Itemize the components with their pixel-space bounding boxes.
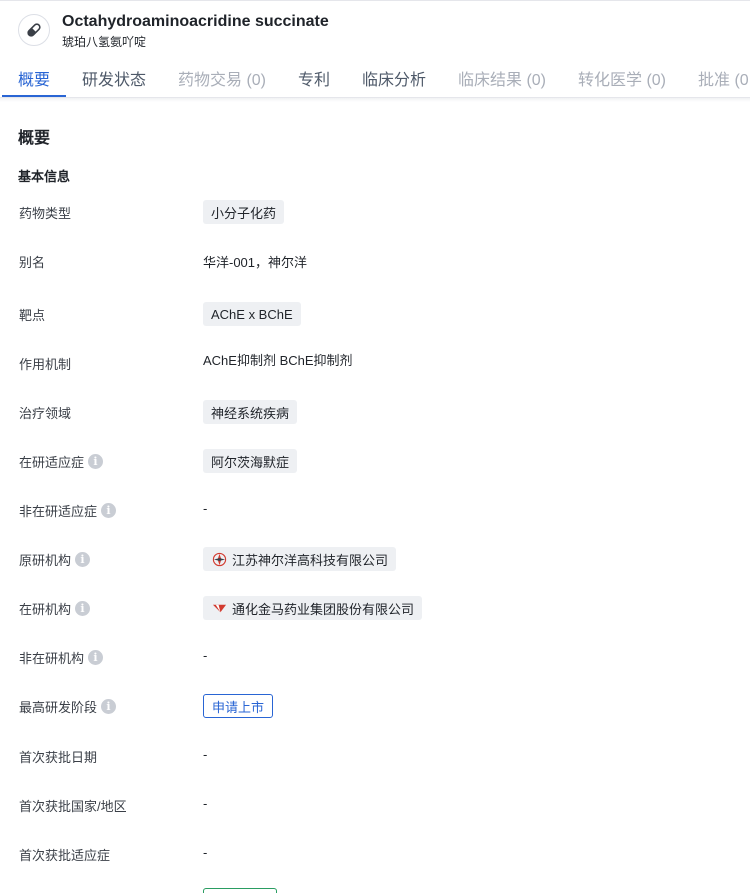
- row-label: 作用机制: [19, 356, 72, 372]
- info-icon[interactable]: i: [75, 551, 91, 567]
- row-label-text: 原研机构: [19, 552, 72, 568]
- info-row-active-orgs: 在研机构 i 通化金马药业集团股份有限公司: [0, 596, 750, 648]
- row-label: 首次获批国家/地区: [19, 798, 127, 814]
- pill-icon: [18, 14, 50, 46]
- indication-tag[interactable]: 阿尔茨海默症: [203, 449, 298, 473]
- section-title: 概要: [18, 130, 51, 147]
- row-label: 别名: [19, 254, 46, 270]
- tab-overview[interactable]: 概要: [18, 66, 50, 90]
- active-org-name: 通化金马药业集团股份有限公司: [232, 601, 415, 617]
- drug-overview-page: Octahydroaminoacridine succinate 琥珀八氢氨吖啶…: [0, 0, 750, 893]
- row-value: -: [203, 501, 208, 516]
- row-label-text: 非在研机构: [19, 650, 85, 666]
- row-value: -: [203, 796, 208, 811]
- therapeutic-area-tag[interactable]: 神经系统疾病: [203, 400, 298, 424]
- row-value: 神经系统疾病: [203, 400, 298, 424]
- active-tab-indicator: [2, 95, 66, 97]
- row-label: 靶点: [19, 307, 46, 323]
- info-row-therapeutic-area: 治疗领域 神经系统疾病: [0, 400, 750, 452]
- info-icon[interactable]: i: [88, 453, 104, 469]
- info-row-drug-type: 药物类型 小分子化药: [0, 200, 750, 252]
- row-value: -: [203, 845, 208, 860]
- drug-type-tag[interactable]: 小分子化药: [203, 200, 285, 224]
- row-label: 原研机构 i: [19, 550, 91, 568]
- org-logo-icon: [211, 551, 227, 567]
- info-row-aliases: 别名 华洋-001，神尔洋: [0, 252, 750, 301]
- row-label: 在研适应症 i: [19, 452, 104, 470]
- originator-org-name: 江苏神尔洋高科技有限公司: [232, 552, 389, 568]
- info-icon[interactable]: i: [88, 649, 104, 665]
- active-org-tag[interactable]: 通化金马药业集团股份有限公司: [203, 596, 423, 620]
- org-logo-icon: [211, 600, 227, 616]
- row-label: 非在研机构 i: [19, 648, 104, 666]
- tab-bar: 概要 研发状态 药物交易 (0) 专利 临床分析 临床结果 (0) 转化医学 (…: [0, 56, 750, 98]
- drug-header: Octahydroaminoacridine succinate 琥珀八氢氨吖啶: [0, 0, 750, 50]
- info-row-mechanism: 作用机制 AChE抑制剂 BChE抑制剂: [0, 353, 750, 403]
- tab-approvals[interactable]: 批准 (0: [698, 66, 749, 90]
- tab-deals[interactable]: 药物交易 (0): [178, 66, 266, 90]
- target-tag[interactable]: AChE x BChE: [203, 302, 301, 326]
- tab-clinical-analysis[interactable]: 临床分析: [362, 66, 426, 90]
- info-row-first-approval-region: 首次获批国家/地区 -: [0, 796, 750, 845]
- info-row-inactive-indications: 非在研适应症 i -: [0, 501, 750, 550]
- tab-rd-status[interactable]: 研发状态: [82, 66, 146, 90]
- row-value: 通化金马药业集团股份有限公司: [203, 596, 423, 620]
- info-row-first-approval-indication: 首次获批适应症 -: [0, 845, 750, 893]
- tab-translational-medicine[interactable]: 转化医学 (0): [578, 66, 666, 90]
- row-label: 首次获批日期: [19, 749, 98, 765]
- row-value: 江苏神尔洋高科技有限公司: [203, 547, 397, 571]
- row-value: 申请上市: [203, 694, 274, 718]
- row-label-text: 最高研发阶段: [19, 699, 98, 715]
- row-label-text: 非在研适应症: [19, 503, 98, 519]
- info-row-active-indications: 在研适应症 i 阿尔茨海默症: [0, 449, 750, 501]
- row-label: 在研机构 i: [19, 599, 91, 617]
- row-label-text: 在研适应症: [19, 454, 85, 470]
- drug-subtitle: 琥珀八氢氨吖啶: [62, 35, 147, 49]
- info-row-originator: 原研机构 i 江苏神尔洋高科技有限公司: [0, 547, 750, 599]
- row-label: 非在研适应症 i: [19, 501, 117, 519]
- row-label: 治疗领域: [19, 405, 72, 421]
- tabs-shadow: [0, 98, 750, 102]
- row-value: 阿尔茨海默症: [203, 449, 298, 473]
- mechanism-value: AChE抑制剂 BChE抑制剂: [203, 353, 353, 368]
- row-value: -: [203, 747, 208, 762]
- row-label: 首次获批适应症: [19, 847, 111, 863]
- info-icon[interactable]: i: [75, 600, 91, 616]
- info-icon[interactable]: i: [101, 502, 117, 518]
- tab-clinical-results[interactable]: 临床结果 (0): [458, 66, 546, 90]
- info-row-target: 靶点 AChE x BChE: [0, 302, 750, 354]
- info-row-first-approval-date: 首次获批日期 -: [0, 747, 750, 796]
- row-label-text: 在研机构: [19, 601, 72, 617]
- drug-title: Octahydroaminoacridine succinate: [62, 13, 329, 30]
- row-value: -: [203, 648, 208, 663]
- info-row-inactive-orgs: 非在研机构 i -: [0, 648, 750, 697]
- info-icon[interactable]: i: [101, 698, 117, 714]
- row-label: 药物类型: [19, 205, 72, 221]
- clipped-next-tag: [203, 888, 277, 893]
- aliases-value: 华洋-001，神尔洋: [203, 255, 308, 270]
- phase-tag[interactable]: 申请上市: [203, 694, 274, 718]
- row-value: AChE x BChE: [203, 302, 301, 326]
- basic-info-title: 基本信息: [18, 169, 71, 184]
- tab-patents[interactable]: 专利: [298, 66, 330, 90]
- row-value: 小分子化药: [203, 200, 285, 224]
- originator-org-tag[interactable]: 江苏神尔洋高科技有限公司: [203, 547, 397, 571]
- row-label: 最高研发阶段 i: [19, 697, 117, 715]
- info-row-highest-phase: 最高研发阶段 i 申请上市: [0, 694, 750, 746]
